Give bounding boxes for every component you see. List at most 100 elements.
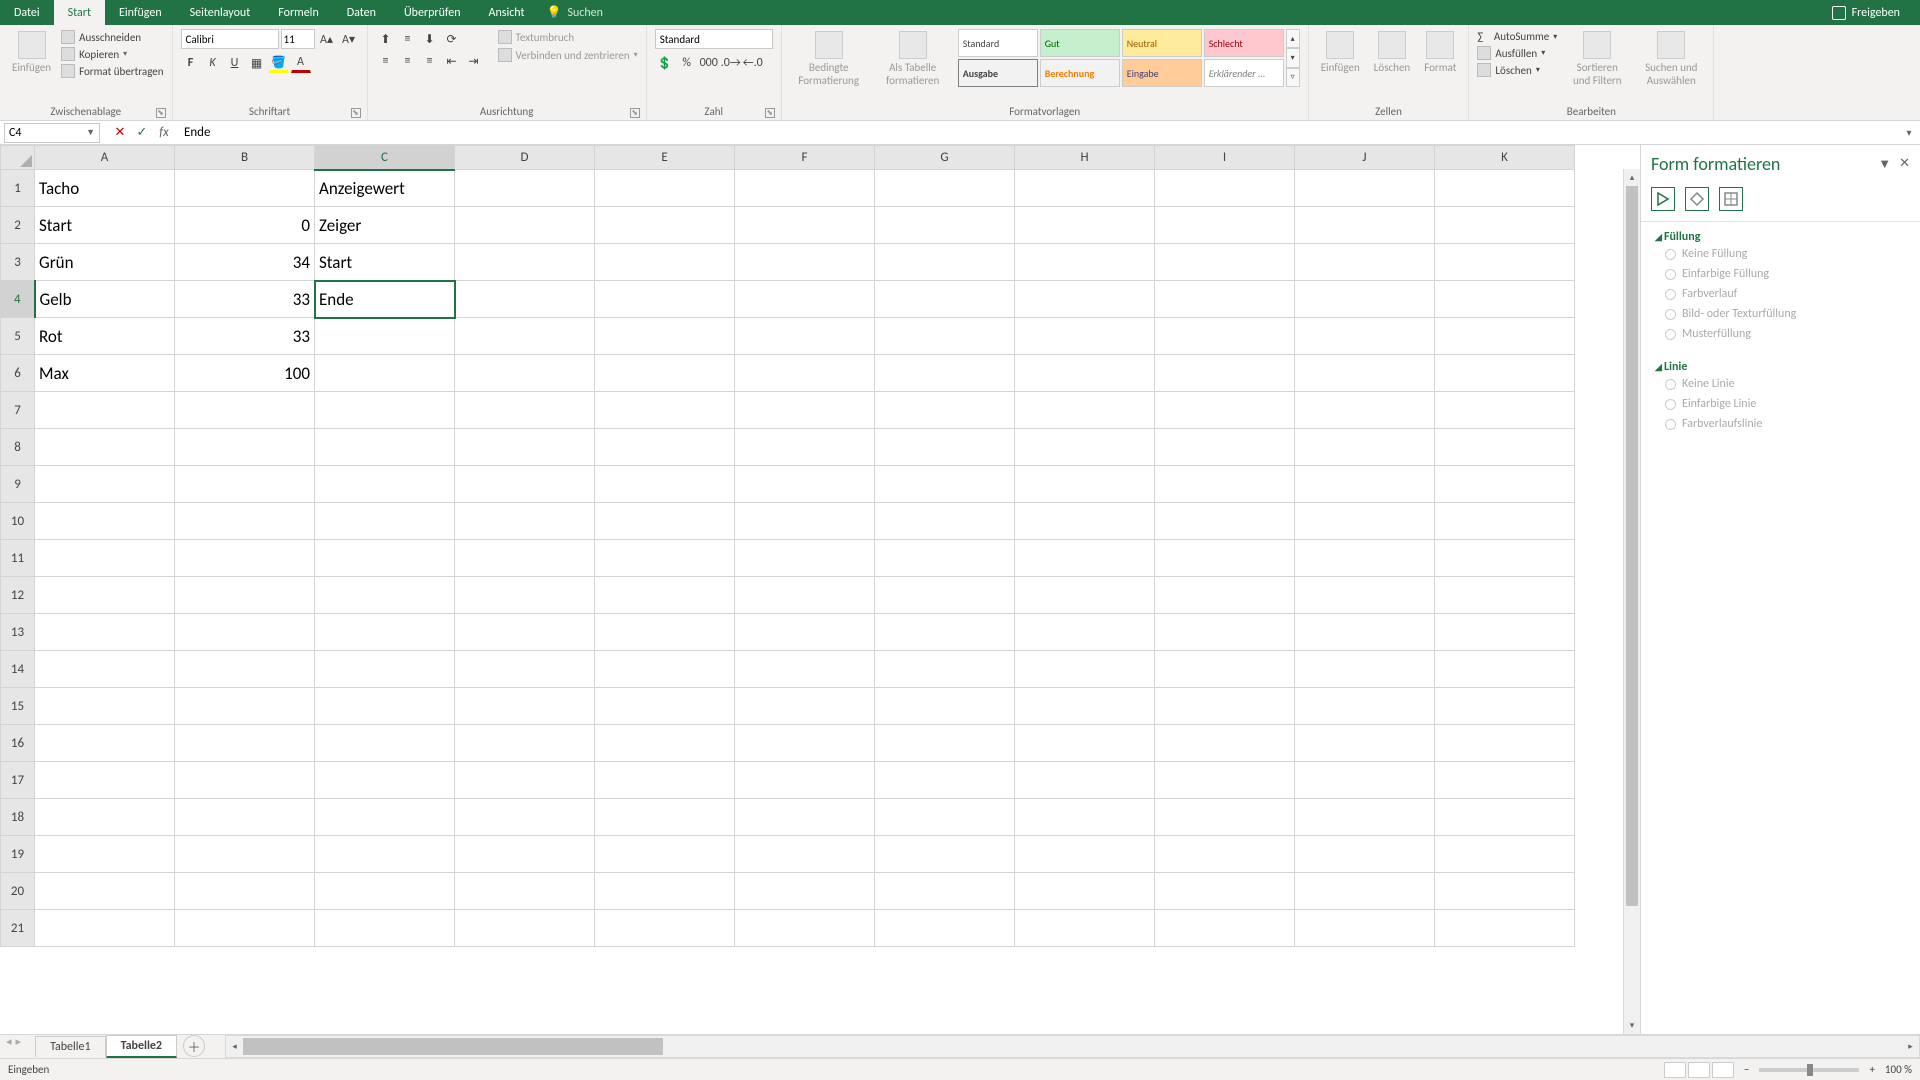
- cell-C6[interactable]: [315, 355, 455, 392]
- align-middle-button[interactable]: ≡: [398, 29, 418, 49]
- line-option-2[interactable]: Farbverlaufslinie: [1655, 414, 1906, 434]
- cell-E8[interactable]: [595, 429, 735, 466]
- sheet-nav-prev[interactable]: ◂: [6, 1035, 12, 1058]
- fill-option-2[interactable]: Farbverlauf: [1655, 284, 1906, 304]
- font-color-button[interactable]: A: [291, 53, 311, 73]
- cell-B8[interactable]: [175, 429, 315, 466]
- row-header-9[interactable]: 9: [1, 466, 35, 503]
- cell-I11[interactable]: [1155, 540, 1295, 577]
- cell-H14[interactable]: [1015, 651, 1155, 688]
- name-box-dropdown-icon[interactable]: ▼: [86, 127, 95, 138]
- cell-E21[interactable]: [595, 910, 735, 947]
- align-top-button[interactable]: ⬆: [376, 29, 396, 49]
- autosum-button[interactable]: ∑ AutoSumme ▾: [1477, 29, 1557, 44]
- cell-B20[interactable]: [175, 873, 315, 910]
- row-header-1[interactable]: 1: [1, 170, 35, 207]
- cell-I16[interactable]: [1155, 725, 1295, 762]
- cell-H16[interactable]: [1015, 725, 1155, 762]
- column-header-B[interactable]: B: [175, 146, 315, 170]
- gallery-up[interactable]: ▴: [1286, 29, 1300, 48]
- cell-G17[interactable]: [875, 762, 1015, 799]
- pane-options-button[interactable]: ▼: [1878, 156, 1891, 172]
- cell-G12[interactable]: [875, 577, 1015, 614]
- cell-D18[interactable]: [455, 799, 595, 836]
- cell-C2[interactable]: Zeiger: [315, 207, 455, 244]
- cell-F15[interactable]: [735, 688, 875, 725]
- formula-cancel-button[interactable]: ✕: [110, 123, 130, 143]
- cell-A15[interactable]: [35, 688, 175, 725]
- cell-J12[interactable]: [1295, 577, 1435, 614]
- cell-D16[interactable]: [455, 725, 595, 762]
- cell-D2[interactable]: [455, 207, 595, 244]
- cell-D14[interactable]: [455, 651, 595, 688]
- cell-J2[interactable]: [1295, 207, 1435, 244]
- cell-J19[interactable]: [1295, 836, 1435, 873]
- zoom-handle[interactable]: [1807, 1064, 1813, 1076]
- cell-F7[interactable]: [735, 392, 875, 429]
- cell-E16[interactable]: [595, 725, 735, 762]
- style-schlecht[interactable]: Schlecht: [1204, 29, 1284, 57]
- cell-G14[interactable]: [875, 651, 1015, 688]
- cell-E1[interactable]: [595, 170, 735, 207]
- cell-C20[interactable]: [315, 873, 455, 910]
- style-eingabe[interactable]: Eingabe: [1122, 59, 1202, 87]
- cell-C8[interactable]: [315, 429, 455, 466]
- cell-K20[interactable]: [1435, 873, 1575, 910]
- cell-B10[interactable]: [175, 503, 315, 540]
- cell-D1[interactable]: [455, 170, 595, 207]
- line-option-0[interactable]: Keine Linie: [1655, 374, 1906, 394]
- cell-C21[interactable]: [315, 910, 455, 947]
- sheet-tab-tabelle2[interactable]: Tabelle2: [106, 1035, 177, 1058]
- increase-decimal-button[interactable]: .0→: [721, 53, 741, 73]
- cell-B13[interactable]: [175, 614, 315, 651]
- cell-I21[interactable]: [1155, 910, 1295, 947]
- cell-J21[interactable]: [1295, 910, 1435, 947]
- style-ausgabe[interactable]: Ausgabe: [958, 59, 1038, 87]
- cell-F9[interactable]: [735, 466, 875, 503]
- tab-formeln[interactable]: Formeln: [264, 0, 332, 25]
- cell-G4[interactable]: [875, 281, 1015, 318]
- percent-format-button[interactable]: %: [677, 53, 697, 73]
- orientation-button[interactable]: ⟳: [442, 29, 462, 49]
- cell-G16[interactable]: [875, 725, 1015, 762]
- scroll-down-button[interactable]: ▾: [1624, 1017, 1640, 1034]
- cell-E6[interactable]: [595, 355, 735, 392]
- cell-C1[interactable]: Anzeigewert: [315, 170, 455, 207]
- cell-H12[interactable]: [1015, 577, 1155, 614]
- cell-K19[interactable]: [1435, 836, 1575, 873]
- cell-A4[interactable]: Gelb: [35, 281, 175, 318]
- cell-K11[interactable]: [1435, 540, 1575, 577]
- cell-A9[interactable]: [35, 466, 175, 503]
- tab-ansicht[interactable]: Ansicht: [475, 0, 539, 25]
- cell-A14[interactable]: [35, 651, 175, 688]
- column-header-D[interactable]: D: [455, 146, 595, 170]
- vscroll-thumb[interactable]: [1626, 186, 1638, 906]
- paste-button[interactable]: Einfügen: [8, 29, 55, 76]
- cell-I19[interactable]: [1155, 836, 1295, 873]
- cell-K18[interactable]: [1435, 799, 1575, 836]
- fill-line-tab[interactable]: [1651, 187, 1675, 211]
- cell-I9[interactable]: [1155, 466, 1295, 503]
- column-header-F[interactable]: F: [735, 146, 875, 170]
- cell-editor-input[interactable]: [319, 281, 450, 317]
- cell-J14[interactable]: [1295, 651, 1435, 688]
- scroll-right-button[interactable]: ▸: [1902, 1036, 1919, 1057]
- cell-C11[interactable]: [315, 540, 455, 577]
- cell-A12[interactable]: [35, 577, 175, 614]
- cell-J13[interactable]: [1295, 614, 1435, 651]
- sort-filter-button[interactable]: Sortieren und Filtern: [1563, 29, 1631, 89]
- cell-G18[interactable]: [875, 799, 1015, 836]
- cell-E11[interactable]: [595, 540, 735, 577]
- cell-E19[interactable]: [595, 836, 735, 873]
- pane-close-button[interactable]: ✕: [1899, 156, 1910, 172]
- cell-B14[interactable]: [175, 651, 315, 688]
- cell-styles-gallery[interactable]: Standard Gut Neutral Schlecht ▴▾▿ Ausgab…: [958, 29, 1300, 87]
- font-size-select[interactable]: [281, 29, 315, 49]
- size-properties-tab[interactable]: [1719, 187, 1743, 211]
- cell-H9[interactable]: [1015, 466, 1155, 503]
- cell-H10[interactable]: [1015, 503, 1155, 540]
- cell-F14[interactable]: [735, 651, 875, 688]
- cell-C3[interactable]: Start: [315, 244, 455, 281]
- cell-H2[interactable]: [1015, 207, 1155, 244]
- cell-F10[interactable]: [735, 503, 875, 540]
